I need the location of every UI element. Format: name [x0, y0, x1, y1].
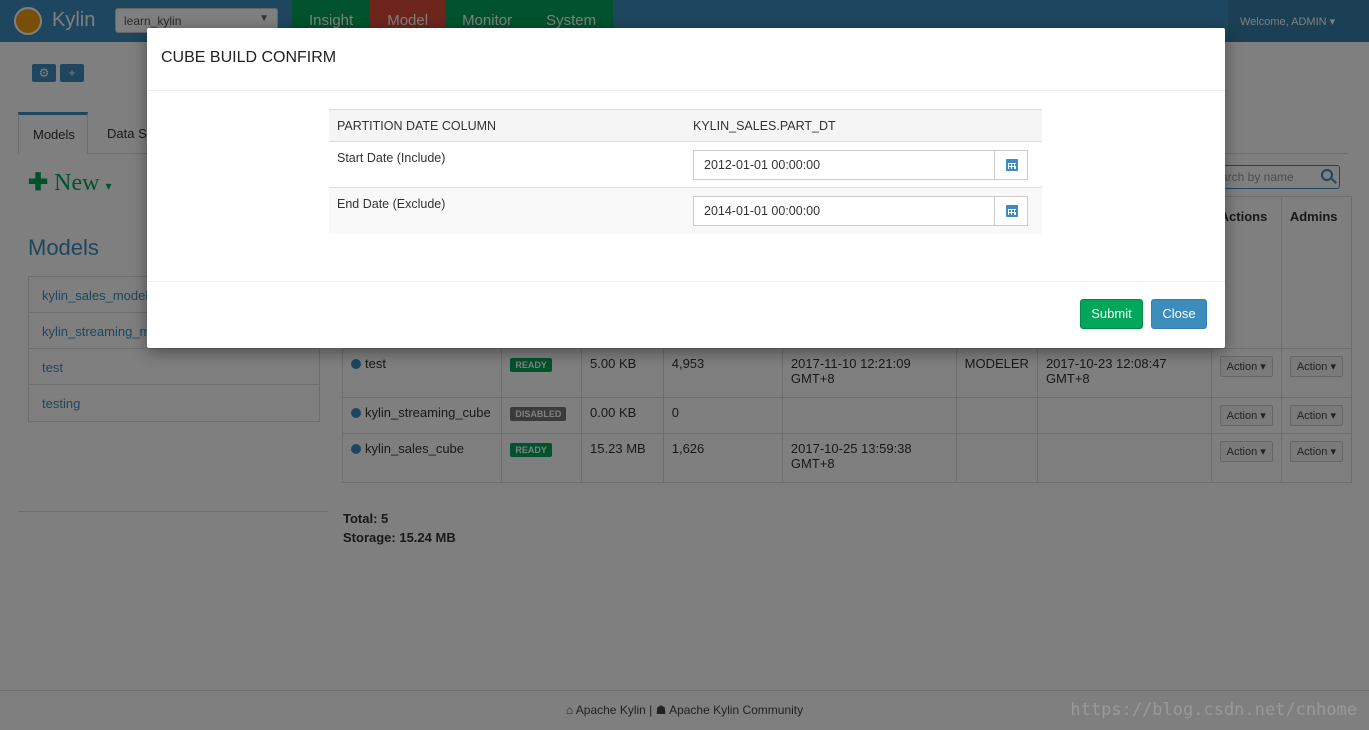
start-date-picker: [693, 150, 1028, 180]
calendar-icon: [1006, 159, 1018, 171]
end-date-label: End Date (Exclude): [329, 187, 685, 234]
partition-row: PARTITION DATE COLUMN KYLIN_SALES.PART_D…: [329, 109, 1042, 142]
partition-label: PARTITION DATE COLUMN: [329, 109, 685, 142]
modal-footer: Submit Close: [147, 282, 1225, 347]
start-date-row: Start Date (Include): [329, 141, 1042, 188]
end-date-calendar-button[interactable]: [994, 196, 1028, 226]
end-date-picker: [693, 196, 1028, 226]
modal-body: PARTITION DATE COLUMN KYLIN_SALES.PART_D…: [147, 91, 1225, 282]
cube-build-dialog: CUBE BUILD CONFIRM PARTITION DATE COLUMN…: [147, 28, 1225, 348]
watermark: https://blog.csdn.net/cnhome: [1070, 700, 1357, 720]
close-button[interactable]: Close: [1151, 299, 1207, 329]
submit-button[interactable]: Submit: [1080, 299, 1143, 329]
partition-value: KYLIN_SALES.PART_DT: [685, 109, 1042, 142]
calendar-icon: [1006, 205, 1018, 217]
modal-title: CUBE BUILD CONFIRM: [161, 49, 337, 66]
build-params-table: PARTITION DATE COLUMN KYLIN_SALES.PART_D…: [329, 109, 1042, 234]
start-date-label: Start Date (Include): [329, 141, 685, 188]
end-date-input[interactable]: [693, 196, 995, 226]
modal-header: CUBE BUILD CONFIRM: [147, 28, 1225, 91]
start-date-input[interactable]: [693, 150, 995, 180]
end-date-row: End Date (Exclude): [329, 187, 1042, 234]
start-date-calendar-button[interactable]: [994, 150, 1028, 180]
